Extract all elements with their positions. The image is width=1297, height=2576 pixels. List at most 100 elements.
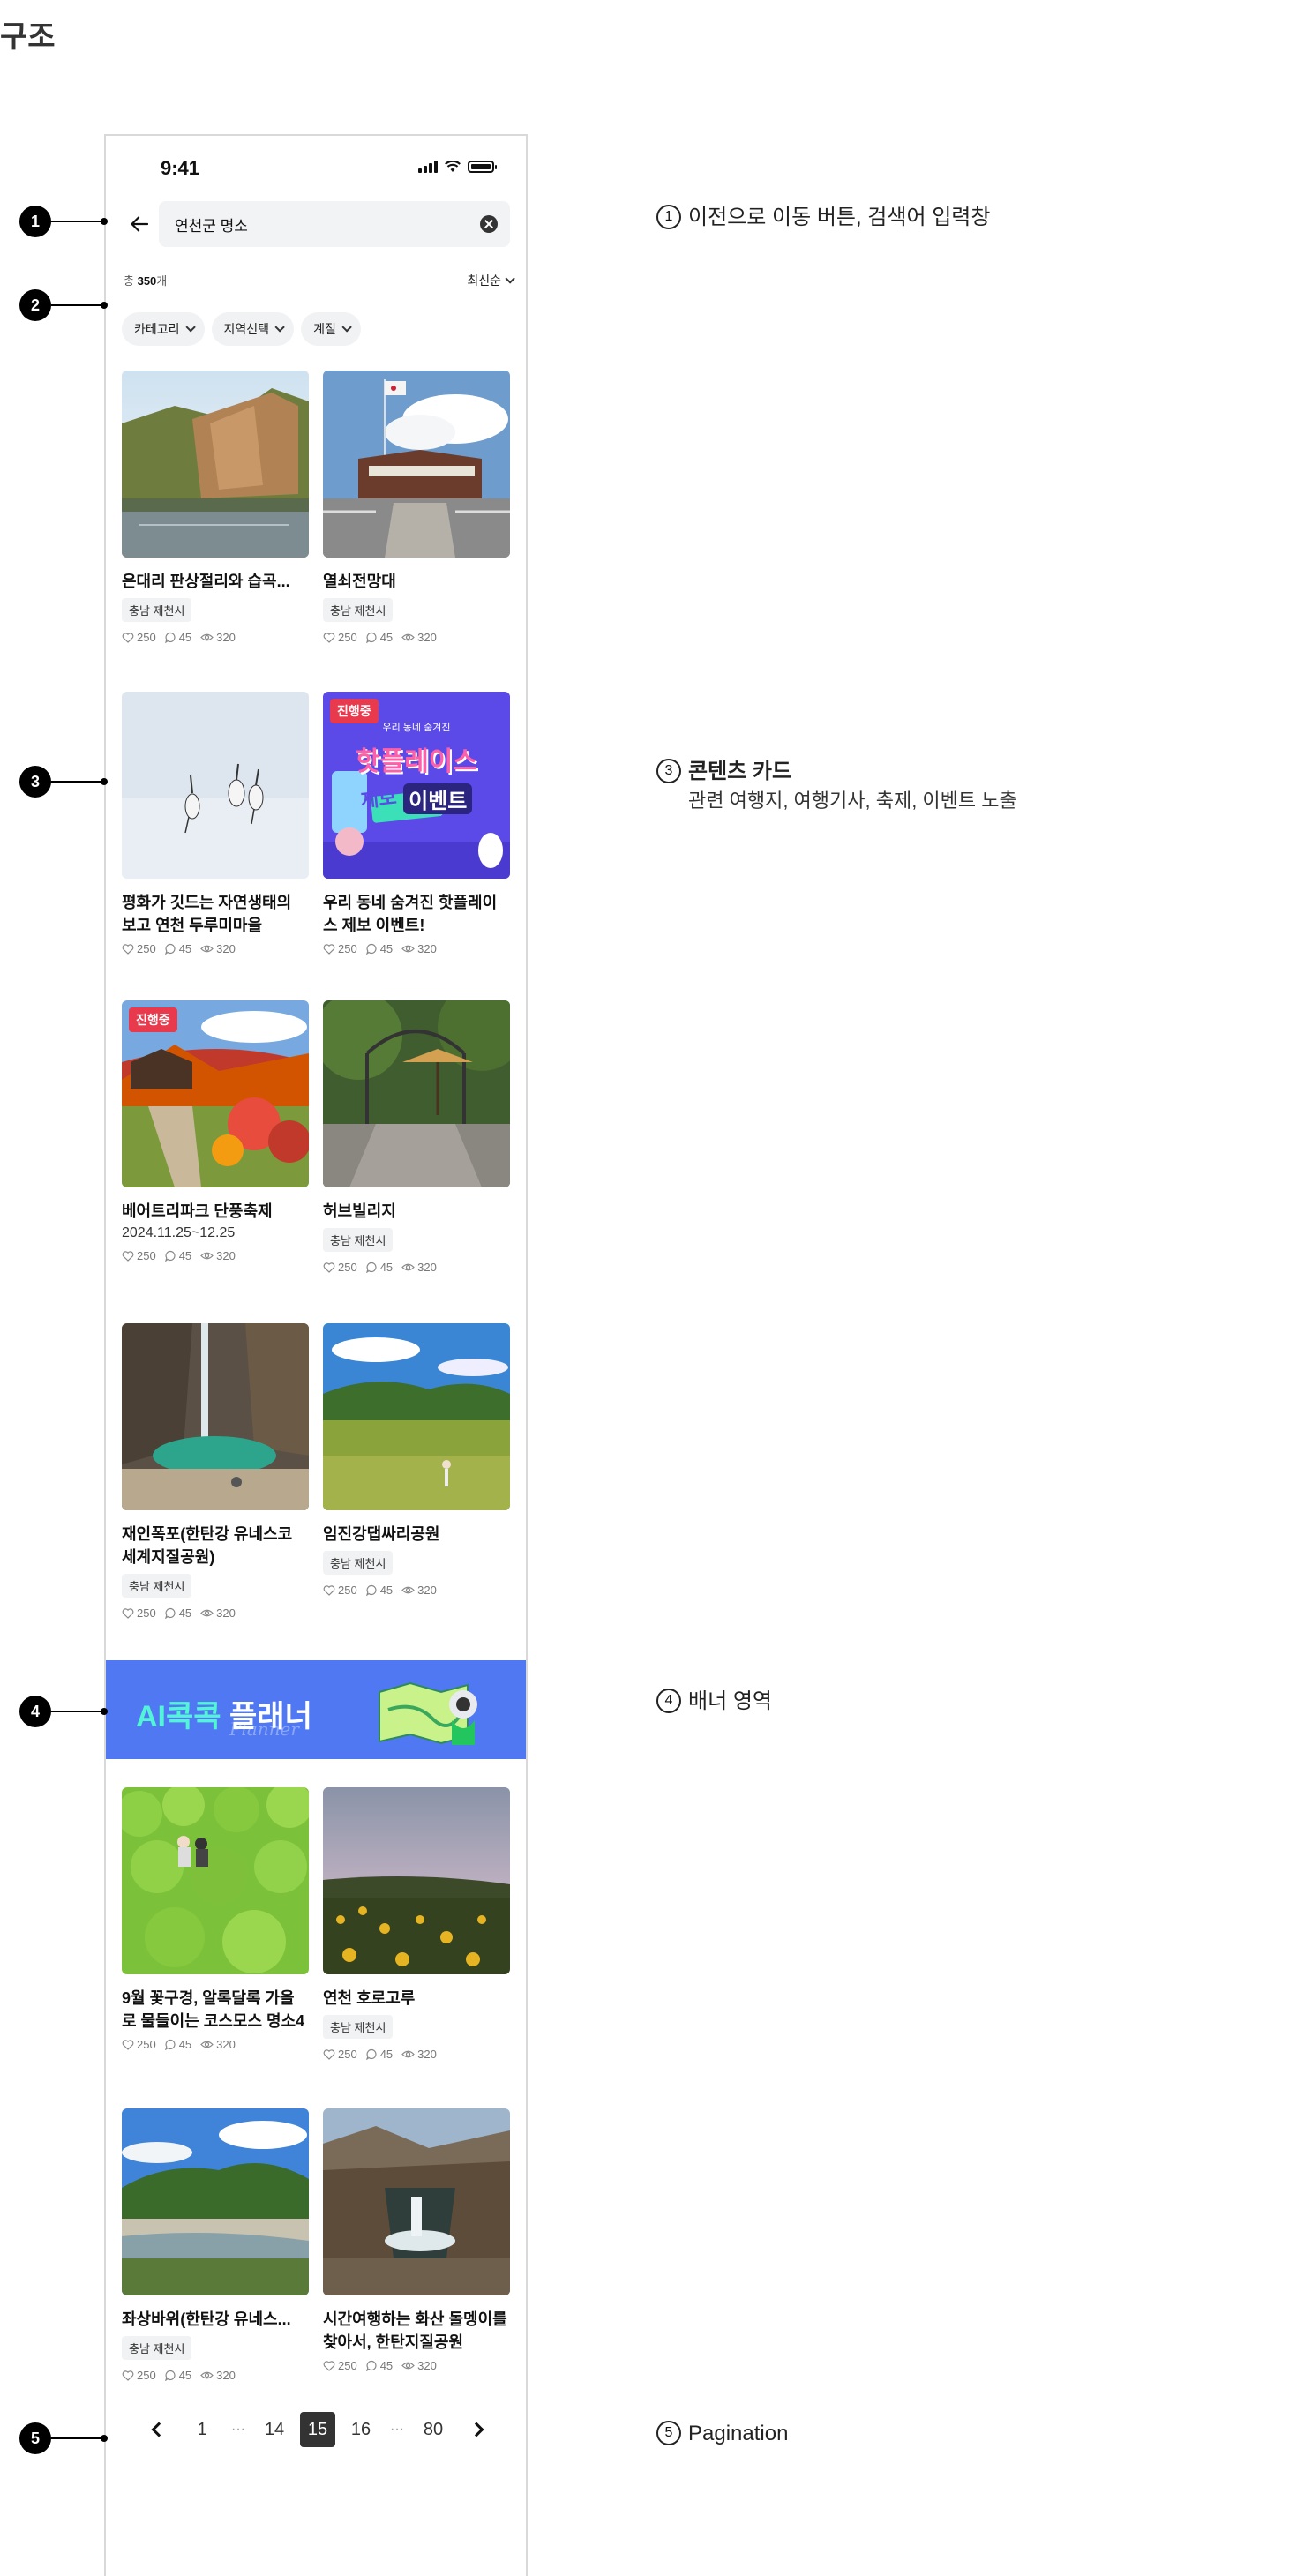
filter-chips: 카테고리 지역선택 계절 (122, 312, 361, 346)
card-title: 9월 꽃구경, 알록달록 가을로 물들이는 코스모스 명소4 (122, 1989, 305, 2030)
heart-icon (122, 943, 134, 955)
eye-icon (401, 945, 416, 953)
annotation-note: 3 콘텐츠 카드 관련 여행지, 여행기사, 축제, 이벤트 노출 (656, 757, 1017, 815)
eye-icon (200, 2371, 214, 2379)
callout-line-end (101, 2435, 108, 2442)
card-image (323, 1787, 510, 1974)
search-input[interactable] (175, 201, 457, 247)
eye-icon (200, 945, 214, 953)
eye-icon (401, 633, 416, 641)
content-card[interactable]: 평화가 깃드는 자연생태의 보고 연천 두루미마을 250 45 320 (122, 692, 309, 955)
comment-icon (164, 943, 176, 955)
content-card[interactable]: 은대리 판상절리와 습곡... 충남 제천시 250 45 320 (122, 371, 309, 644)
callout-marker: 4 (19, 1696, 51, 1727)
annotation-note: 4 배너 영역 (656, 1687, 772, 1717)
content-card[interactable]: 재인폭포(한탄강 유네스코 세계지질공원) 충남 제천시 250 45 320 (122, 1323, 309, 1620)
page-button[interactable]: 14 (257, 2412, 292, 2447)
heart-icon (323, 943, 335, 955)
comment-icon (365, 943, 377, 955)
location-tag: 충남 제천시 (122, 598, 192, 622)
eye-icon (200, 2041, 214, 2048)
event-art-text: 우리 동네 숨겨진 핫플레이스 제보 이벤트 (356, 723, 477, 814)
card-stats: 250 45 320 (323, 1261, 510, 1274)
next-page-button[interactable] (459, 2412, 494, 2447)
card-title: 평화가 깃드는 자연생태의 보고 연천 두루미마을 (122, 894, 292, 934)
heart-icon (122, 632, 134, 643)
comment-icon (164, 2370, 176, 2381)
planner-banner[interactable]: AI콕콕 플래너 Planner (106, 1660, 526, 1759)
comment-icon (365, 632, 377, 643)
callout-line (51, 1711, 106, 1712)
content-card[interactable]: 진행중 우리 동네 숨겨진 핫플레이스 제보 이벤트 우리 동네 숨겨진 핫플레… (323, 692, 510, 955)
chevron-down-icon (341, 322, 352, 333)
callout-line (51, 221, 106, 222)
card-image: 진행중 (122, 1000, 309, 1187)
comment-icon (365, 1262, 377, 1273)
content-card[interactable]: 허브빌리지 충남 제천시 250 45 320 (323, 1000, 510, 1274)
eye-icon (401, 1586, 416, 1594)
phone-frame: 9:41 총 350개 최신순 카테고리 지역선택 계절 은대리 판상절리와 습… (104, 134, 528, 2576)
pagination-ellipsis: ··· (390, 2422, 404, 2437)
card-stats: 250 45 320 (323, 2048, 510, 2061)
status-time: 9:41 (161, 157, 200, 179)
comment-icon (365, 2360, 377, 2371)
content-card[interactable]: 9월 꽃구경, 알록달록 가을로 물들이는 코스모스 명소4 250 45 32… (122, 1787, 309, 2051)
wifi-icon (445, 161, 461, 172)
filter-category[interactable]: 카테고리 (122, 312, 205, 346)
comment-icon (365, 1584, 377, 1596)
card-stats: 250 45 320 (122, 1606, 309, 1620)
card-title: 베어트리파크 단풍축제 (122, 1202, 273, 1220)
status-bar: 9:41 (106, 154, 526, 185)
comment-icon (164, 1250, 176, 1262)
location-tag: 충남 제천시 (122, 1574, 192, 1598)
status-icons (418, 161, 497, 173)
card-title: 허브빌리지 (323, 1202, 396, 1220)
callout-marker: 5 (19, 2422, 51, 2454)
back-button[interactable] (124, 208, 155, 240)
card-image (323, 1000, 510, 1187)
card-image (122, 371, 309, 558)
eye-icon (200, 1609, 214, 1617)
page-button[interactable]: 80 (416, 2412, 451, 2447)
callout-line-end (101, 778, 108, 785)
content-card[interactable]: 임진강댑싸리공원 충남 제천시 250 45 320 (323, 1323, 510, 1597)
chevron-left-icon (151, 2422, 167, 2437)
chevron-down-icon (505, 273, 515, 284)
search-row (106, 199, 526, 249)
card-stats: 250 45 320 (122, 2038, 309, 2051)
event-date: 2024.11.25~12.25 (122, 1225, 236, 1240)
callout-line-end (101, 302, 108, 309)
comment-icon (164, 1607, 176, 1619)
card-image (323, 371, 510, 558)
card-title: 임진강댑싸리공원 (323, 1525, 440, 1543)
callout-marker: 3 (19, 766, 51, 798)
prev-page-button[interactable] (141, 2412, 176, 2447)
annotation-note: 5 Pagination (656, 2419, 788, 2449)
content-card[interactable]: 좌상바위(한탄강 유네스... 충남 제천시 250 45 320 (122, 2108, 309, 2382)
content-card[interactable]: 진행중 베어트리파크 단풍축제 2024.11.25~12.25 250 45 … (122, 1000, 309, 1262)
sort-dropdown[interactable]: 최신순 (467, 272, 515, 289)
card-stats: 250 45 320 (122, 942, 309, 955)
page-button[interactable]: 16 (343, 2412, 379, 2447)
search-box (159, 201, 510, 247)
status-badge: 진행중 (129, 1007, 177, 1032)
clear-search-icon[interactable] (480, 215, 498, 233)
content-card[interactable]: 시간여행하는 화산 돌멩이를 찾아서, 한탄지질공원 250 45 320 (323, 2108, 510, 2372)
filter-region[interactable]: 지역선택 (211, 312, 295, 346)
content-card[interactable]: 열쇠전망대 충남 제천시 250 45 320 (323, 371, 510, 644)
callout-line (51, 2437, 106, 2439)
page-button[interactable]: 1 (184, 2412, 220, 2447)
eye-icon (200, 633, 214, 641)
pagination: 1 ··· 14 15 16 ··· 80 (141, 2412, 494, 2447)
card-stats: 250 45 320 (323, 942, 510, 955)
card-title: 재인폭포(한탄강 유네스코 세계지질공원) (122, 1525, 293, 1566)
filter-season[interactable]: 계절 (301, 312, 361, 346)
card-stats: 250 45 320 (323, 631, 510, 644)
result-count-row: 총 350개 최신순 (124, 272, 515, 293)
heart-icon (122, 2370, 134, 2381)
content-card[interactable]: 연천 호로고루 충남 제천시 250 45 320 (323, 1787, 510, 2061)
page-button-current[interactable]: 15 (300, 2412, 335, 2447)
card-title: 우리 동네 숨겨진 핫플레이스 제보 이벤트! (323, 894, 498, 934)
eye-icon (401, 2362, 416, 2370)
heart-icon (122, 2039, 134, 2050)
